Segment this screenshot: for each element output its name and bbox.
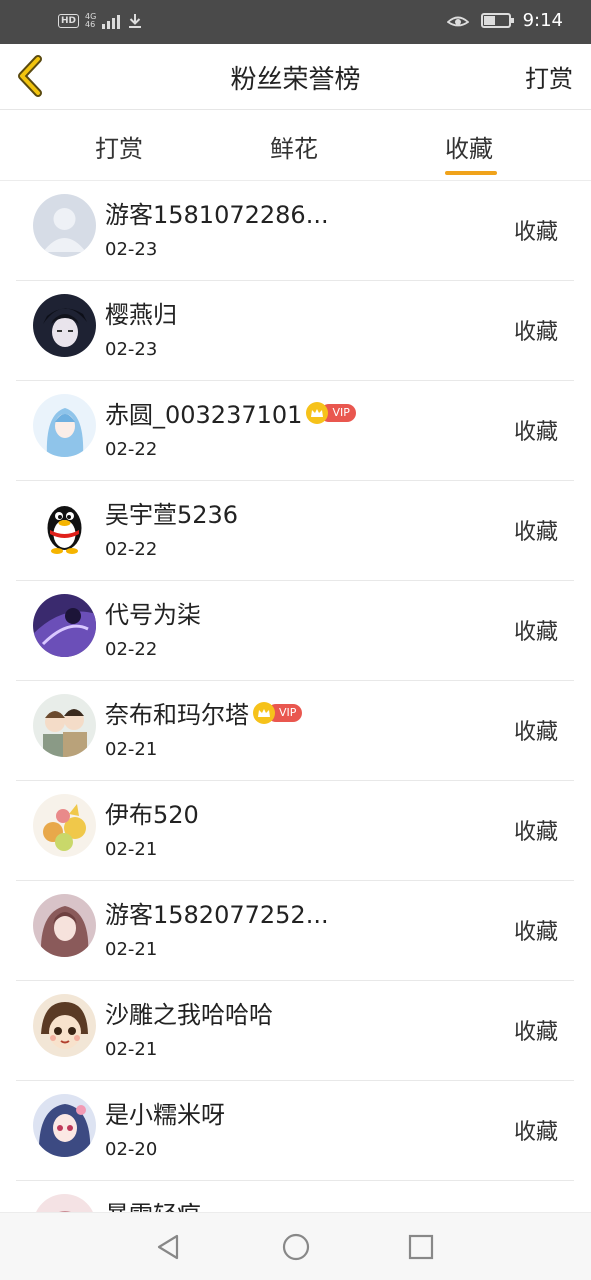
download-icon: [129, 14, 142, 28]
home-circle-icon: [282, 1233, 310, 1261]
date-label: 02-21: [105, 739, 158, 760]
vip-badge: VIP: [253, 701, 303, 724]
user-name: 赤圆_003237101: [105, 401, 303, 429]
avatar: [33, 894, 96, 957]
tab-flowers[interactable]: 鲜花: [270, 129, 318, 164]
date-label: 02-21: [105, 939, 158, 960]
status-right: 9:14: [446, 10, 563, 31]
tab-bar: 打赏 鲜花 收藏: [0, 111, 591, 181]
date-label: 02-23: [105, 239, 158, 260]
back-triangle-icon: [157, 1234, 179, 1260]
list-item[interactable]: 奈布和玛尔塔 VIP 02-21 收藏: [16, 681, 574, 781]
avatar: [33, 994, 96, 1057]
page-title: 粉丝荣誉榜: [230, 65, 361, 95]
tab-favorites[interactable]: 收藏: [445, 129, 493, 164]
favorite-label: 收藏: [513, 920, 558, 945]
favorite-label: 收藏: [513, 1120, 558, 1145]
list-item[interactable]: 沙雕之我哈哈哈 02-21 收藏: [16, 981, 574, 1081]
avatar: [33, 394, 96, 457]
user-name: 吴宇萱5236: [105, 501, 239, 529]
active-tab-indicator: [445, 171, 497, 175]
reward-button[interactable]: 打赏: [525, 59, 573, 94]
avatar: [33, 194, 96, 257]
user-name: 代号为柒: [105, 601, 201, 629]
favorite-label: 收藏: [513, 820, 558, 845]
date-label: 02-21: [105, 839, 158, 860]
list-item[interactable]: 伊布520 02-21 收藏: [16, 781, 574, 881]
date-label: 02-23: [105, 339, 158, 360]
favorite-label: 收藏: [513, 720, 558, 745]
favorite-label: 收藏: [513, 420, 558, 445]
tab-reward[interactable]: 打赏: [95, 129, 143, 164]
favorite-label: 收藏: [513, 620, 558, 645]
list-item[interactable]: 赤圆_003237101 VIP 02-22 收藏: [16, 381, 574, 481]
list-item[interactable]: 吴宇萱5236 02-22 收藏: [16, 481, 574, 581]
favorite-label: 收藏: [513, 220, 558, 245]
user-name: 游客1581072286...: [105, 201, 329, 229]
nav-recents-button[interactable]: [405, 1231, 437, 1263]
default-user-icon: [33, 194, 96, 257]
user-name: 沙雕之我哈哈哈: [105, 1001, 273, 1029]
nav-home-button[interactable]: [280, 1231, 312, 1263]
user-name: 奈布和玛尔塔: [105, 701, 249, 729]
user-name: 伊布520: [105, 801, 199, 829]
list-item[interactable]: 游客1581072286... 02-23 收藏: [16, 181, 574, 281]
status-bar: HD 4G 46 9:14: [0, 0, 591, 44]
network-indicator: 4G 46: [85, 12, 97, 29]
favorite-label: 收藏: [513, 320, 558, 345]
avatar: [33, 694, 96, 757]
favorite-label: 收藏: [513, 1020, 558, 1045]
date-label: 02-20: [105, 1139, 158, 1160]
hd-badge: HD: [58, 14, 80, 28]
date-label: 02-22: [105, 639, 158, 660]
user-name: 樱燕归: [105, 301, 177, 329]
avatar: [33, 594, 96, 657]
avatar: [33, 1094, 96, 1157]
list-item[interactable]: 樱燕归 02-23 收藏: [16, 281, 574, 381]
vip-badge: VIP: [306, 401, 356, 424]
date-label: 02-21: [105, 1039, 158, 1060]
penguin-icon: [33, 494, 96, 557]
date-label: 02-22: [105, 539, 158, 560]
system-nav-bar: [0, 1212, 591, 1280]
nav-back-button[interactable]: [153, 1231, 185, 1263]
avatar: [33, 494, 96, 557]
date-label: 02-22: [105, 439, 158, 460]
avatar: [33, 294, 96, 357]
crown-icon: [253, 701, 275, 724]
battery-icon: [480, 13, 514, 28]
clock: 9:14: [522, 10, 563, 31]
header: 粉丝荣誉榜 打赏: [0, 44, 591, 110]
user-name: 是小糯米呀: [105, 1101, 225, 1129]
list-item[interactable]: 代号为柒 02-22 收藏: [16, 581, 574, 681]
list-item[interactable]: 游客1582077252... 02-21 收藏: [16, 881, 574, 981]
user-name: 游客1582077252...: [105, 901, 329, 929]
signal-icon: [102, 13, 121, 29]
avatar: [33, 794, 96, 857]
status-left: HD 4G 46: [58, 12, 144, 30]
list-item[interactable]: 是小糯米呀 02-20 收藏: [16, 1081, 574, 1181]
crown-icon: [306, 401, 329, 424]
eye-comfort-icon: [446, 16, 469, 26]
recents-square-icon: [408, 1234, 434, 1260]
favorite-label: 收藏: [513, 520, 558, 545]
